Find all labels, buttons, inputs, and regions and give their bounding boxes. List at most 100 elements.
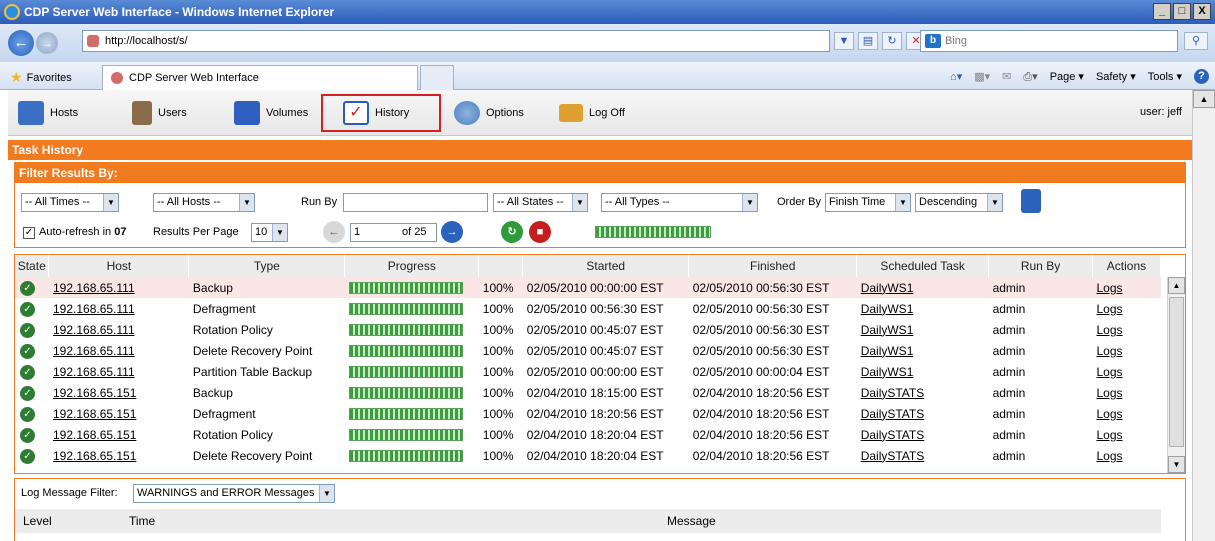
- address-dropdown-button[interactable]: ▼: [834, 32, 854, 50]
- logs-link[interactable]: Logs: [1096, 344, 1122, 358]
- table-row[interactable]: ✓ 192.168.65.111 Delete Recovery Point 1…: [15, 340, 1161, 361]
- search-button[interactable]: ⚲: [1184, 32, 1208, 50]
- auto-refresh-checkbox[interactable]: ✓: [23, 227, 35, 239]
- col-run-by[interactable]: Run By: [988, 255, 1093, 277]
- states-select[interactable]: -- All States -- ▼: [493, 193, 588, 212]
- logs-link[interactable]: Logs: [1096, 407, 1122, 421]
- safety-menu[interactable]: Safety ▾: [1096, 70, 1136, 83]
- col-state[interactable]: State: [15, 255, 50, 277]
- scheduled-task-link[interactable]: DailyWS1: [861, 344, 914, 358]
- logs-link[interactable]: Logs: [1096, 302, 1122, 316]
- col-finished[interactable]: Finished: [688, 255, 858, 277]
- minimize-button[interactable]: _: [1153, 3, 1171, 20]
- logs-link[interactable]: Logs: [1096, 365, 1122, 379]
- col-scheduled-task[interactable]: Scheduled Task: [856, 255, 990, 277]
- scheduled-task-link[interactable]: DailyWS1: [861, 281, 914, 295]
- host-link[interactable]: 192.168.65.111: [53, 365, 135, 379]
- maximize-button[interactable]: □: [1173, 3, 1191, 20]
- new-tab-button[interactable]: [420, 65, 454, 90]
- scroll-thumb[interactable]: [1169, 297, 1184, 447]
- refresh-now-button[interactable]: ↻: [501, 221, 523, 243]
- browser-tab-active[interactable]: CDP Server Web Interface: [102, 65, 418, 90]
- log-filter-select[interactable]: WARNINGS and ERROR Messages ▼: [133, 484, 335, 503]
- refresh-icon[interactable]: ↻: [882, 32, 902, 50]
- next-page-button[interactable]: →: [441, 221, 463, 243]
- scroll-up-arrow-icon[interactable]: ▲: [1168, 277, 1185, 294]
- order-field-select[interactable]: Finish Time ▼: [825, 193, 911, 212]
- scheduled-task-link[interactable]: DailySTATS: [861, 386, 925, 400]
- logs-link[interactable]: Logs: [1096, 449, 1122, 463]
- table-row[interactable]: ✓ 192.168.65.151 Rotation Policy 100% 02…: [15, 424, 1161, 445]
- home-icon[interactable]: ⌂▾: [950, 70, 962, 83]
- order-direction-select[interactable]: Descending ▼: [915, 193, 1003, 212]
- table-row[interactable]: ✓ 192.168.65.111 Partition Table Backup …: [15, 361, 1161, 382]
- table-scrollbar[interactable]: ▲ ▼: [1167, 277, 1185, 473]
- logs-link[interactable]: Logs: [1096, 281, 1122, 295]
- favorites-button[interactable]: ★ Favorites: [10, 69, 72, 86]
- host-link[interactable]: 192.168.65.111: [53, 344, 135, 358]
- run-by: admin: [992, 448, 1026, 463]
- help-icon[interactable]: ?: [1194, 69, 1209, 84]
- order-direction-value: Descending: [919, 196, 978, 208]
- scheduled-task-link[interactable]: DailySTATS: [861, 407, 925, 421]
- table-row[interactable]: ✓ 192.168.65.111 Backup 100% 02/05/2010 …: [15, 277, 1161, 298]
- export-icon[interactable]: [1021, 189, 1041, 213]
- table-row[interactable]: ✓ 192.168.65.111 Rotation Policy 100% 02…: [15, 319, 1161, 340]
- back-button[interactable]: ←: [8, 30, 34, 56]
- host-link[interactable]: 192.168.65.151: [53, 428, 136, 442]
- scheduled-task-link[interactable]: DailySTATS: [861, 428, 925, 442]
- run-by: admin: [992, 406, 1026, 421]
- host-link[interactable]: 192.168.65.151: [53, 386, 136, 400]
- scheduled-task-link[interactable]: DailyWS1: [861, 302, 914, 316]
- mail-icon[interactable]: ✉: [1002, 70, 1011, 83]
- col-type[interactable]: Type: [188, 255, 346, 277]
- table-row[interactable]: ✓ 192.168.65.151 Defragment 100% 02/04/2…: [15, 403, 1161, 424]
- scheduled-task-link[interactable]: DailyWS1: [861, 365, 914, 379]
- print-icon[interactable]: ⎙▾: [1023, 70, 1037, 84]
- page-title: Task History: [8, 140, 1192, 160]
- close-window-button[interactable]: X: [1193, 3, 1211, 20]
- forward-button[interactable]: →: [36, 32, 58, 54]
- types-select[interactable]: -- All Types -- ▼: [601, 193, 758, 212]
- nav-history[interactable]: ✓ History: [343, 100, 409, 126]
- feeds-icon[interactable]: ▩▾: [974, 70, 990, 83]
- host-link[interactable]: 192.168.65.111: [53, 302, 135, 316]
- host-link[interactable]: 192.168.65.151: [53, 407, 136, 421]
- table-row[interactable]: ✓ 192.168.65.151 Delete Recovery Point 1…: [15, 445, 1161, 466]
- table-row[interactable]: ✓ 192.168.65.151 Backup 100% 02/04/2010 …: [15, 382, 1161, 403]
- stop-refresh-button[interactable]: ■: [529, 221, 551, 243]
- results-per-page-select[interactable]: 10 ▼: [251, 223, 288, 242]
- col-host[interactable]: Host: [48, 255, 190, 277]
- host-link[interactable]: 192.168.65.111: [53, 323, 135, 337]
- search-input[interactable]: b Bing: [920, 30, 1178, 52]
- nav-users[interactable]: Users: [132, 100, 187, 126]
- run-by-input[interactable]: [343, 193, 488, 212]
- page-scrollbar[interactable]: ▲: [1192, 90, 1215, 541]
- hosts-select[interactable]: -- All Hosts -- ▼: [153, 193, 255, 212]
- host-link[interactable]: 192.168.65.111: [53, 281, 135, 295]
- scheduled-task-link[interactable]: DailySTATS: [861, 449, 925, 463]
- address-input[interactable]: http://localhost/s/: [82, 30, 830, 52]
- scroll-up-arrow-icon[interactable]: ▲: [1193, 90, 1215, 108]
- compatibility-icon[interactable]: ▤: [858, 32, 878, 50]
- page-menu[interactable]: Page ▾: [1050, 70, 1084, 83]
- times-select[interactable]: -- All Times -- ▼: [21, 193, 119, 212]
- logs-link[interactable]: Logs: [1096, 386, 1122, 400]
- progress-percent: 100%: [482, 385, 514, 400]
- nav-hosts[interactable]: Hosts: [18, 100, 78, 126]
- logs-link[interactable]: Logs: [1096, 428, 1122, 442]
- host-link[interactable]: 192.168.65.151: [53, 449, 136, 463]
- logs-link[interactable]: Logs: [1096, 323, 1122, 337]
- col-progress[interactable]: Progress: [344, 255, 480, 277]
- nav-volumes[interactable]: Volumes: [234, 100, 308, 126]
- nav-options[interactable]: Options: [454, 100, 524, 126]
- scheduled-task-link[interactable]: DailyWS1: [861, 323, 914, 337]
- scroll-down-arrow-icon[interactable]: ▼: [1168, 456, 1185, 473]
- nav-logoff[interactable]: Log Off: [559, 100, 625, 126]
- tools-menu[interactable]: Tools ▾: [1148, 70, 1182, 83]
- prev-page-button[interactable]: ←: [323, 221, 345, 243]
- chevron-down-icon: ▼: [239, 194, 254, 211]
- col-started[interactable]: Started: [522, 255, 690, 277]
- table-row[interactable]: ✓ 192.168.65.111 Defragment 100% 02/05/2…: [15, 298, 1161, 319]
- page-number-input[interactable]: 1: [350, 223, 402, 242]
